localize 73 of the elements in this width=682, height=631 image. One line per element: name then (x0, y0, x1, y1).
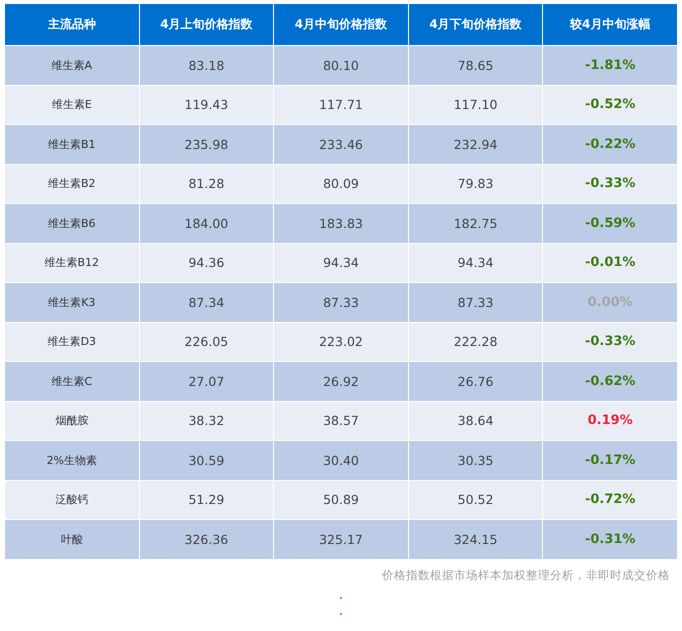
table-cell: 87.33 (274, 282, 408, 322)
column-header: 较4月中旬涨幅 (542, 4, 678, 46)
table-cell: 94.34 (408, 243, 543, 282)
table-cell: 87.34 (139, 282, 274, 322)
table-cell: 232.94 (408, 124, 543, 164)
table-cell: 30.35 (408, 440, 543, 480)
column-header: 4月上旬价格指数 (139, 4, 274, 46)
table-cell: 0.00% (542, 282, 678, 322)
table-cell: 94.34 (274, 243, 408, 282)
table-cell: 233.46 (274, 124, 408, 164)
table-cell: 维生素B2 (4, 164, 140, 204)
dot-mark (340, 612, 342, 614)
table-cell: 78.65 (408, 46, 543, 85)
table-cell: -0.22% (542, 124, 678, 164)
table-cell: 79.83 (408, 164, 543, 204)
table-cell: 80.09 (274, 164, 408, 204)
table-cell: 50.89 (274, 480, 408, 520)
table-cell: 叶酸 (4, 520, 140, 559)
table-cell: 94.36 (139, 243, 274, 282)
table-cell: 38.32 (139, 401, 274, 440)
table-cell: 维生素B1 (4, 124, 140, 164)
table-cell: 83.18 (139, 46, 274, 85)
table-cell: 0.19% (542, 401, 678, 440)
table-cell: 51.29 (139, 480, 274, 520)
table-cell: 维生素B12 (4, 243, 140, 282)
table-cell: 80.10 (274, 46, 408, 85)
table-cell: 325.17 (274, 520, 408, 559)
table-cell: -0.31% (542, 520, 678, 559)
table-cell: 222.28 (408, 322, 543, 362)
table-cell: 维生素D3 (4, 322, 140, 362)
table-cell: 223.02 (274, 322, 408, 362)
table-cell: 30.40 (274, 440, 408, 480)
footnote: 价格指数根据市场样本加权整理分析，非即时成交价格 (381, 568, 671, 582)
table-cell: 维生素E (4, 85, 140, 124)
table-cell: 182.75 (408, 204, 543, 243)
column-header: 4月下旬价格指数 (408, 4, 543, 46)
table-cell: 226.05 (139, 322, 274, 362)
table-cell: 30.59 (139, 440, 274, 480)
table-cell: 50.52 (408, 480, 543, 520)
table-cell: 38.64 (408, 401, 543, 440)
column-header: 4月中旬价格指数 (274, 4, 408, 46)
table-cell: 38.57 (274, 401, 408, 440)
table-cell: 235.98 (139, 124, 274, 164)
table-cell: 183.83 (274, 204, 408, 243)
table-cell: 泛酸钙 (4, 480, 140, 520)
table-cell: 27.07 (139, 362, 274, 401)
table-cell: -0.62% (542, 362, 678, 401)
table-cell: 326.36 (139, 520, 274, 559)
table-cell: 324.15 (408, 520, 543, 559)
table-cell: 184.00 (139, 204, 274, 243)
table-cell: -0.17% (542, 440, 678, 480)
table-cell: 117.71 (274, 85, 408, 124)
table-cell: 维生素B6 (4, 204, 140, 243)
table-cell: 维生素A (4, 46, 140, 85)
table-cell: -0.33% (542, 322, 678, 362)
table-cell: -1.81% (542, 46, 678, 85)
table-cell: -0.52% (542, 85, 678, 124)
table-cell: -0.72% (542, 480, 678, 520)
table-cell: 烟酰胺 (4, 401, 140, 440)
table-cell: -0.01% (542, 243, 678, 282)
table-cell: 维生素C (4, 362, 140, 401)
table-cell: 119.43 (139, 85, 274, 124)
table-cell: 26.92 (274, 362, 408, 401)
column-header: 主流品种 (4, 4, 140, 46)
table-cell: 维生素K3 (4, 282, 140, 322)
table-cell: 81.28 (139, 164, 274, 204)
table-cell: -0.33% (542, 164, 678, 204)
table-cell: 2%生物素 (4, 440, 140, 480)
table-cell: 87.33 (408, 282, 543, 322)
table-cell: 26.76 (408, 362, 543, 401)
dot-mark (340, 596, 342, 598)
table-cell: 117.10 (408, 85, 543, 124)
table-cell: -0.59% (542, 204, 678, 243)
